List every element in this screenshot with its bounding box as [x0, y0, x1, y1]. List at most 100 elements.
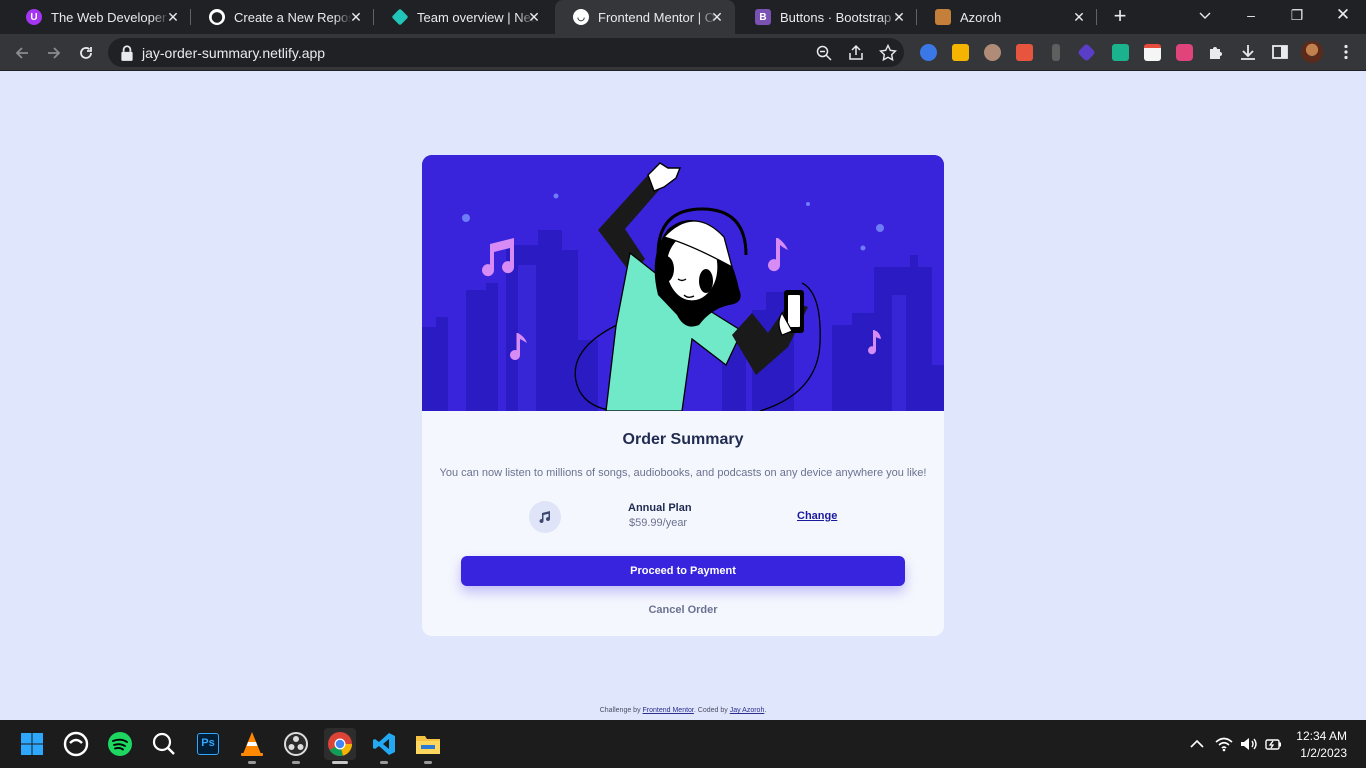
chrome-icon[interactable] [324, 728, 356, 764]
tab-strip: U The Web Developer Bootcamp ✕ ⬤ Create … [0, 0, 1366, 34]
battery-icon[interactable] [1264, 736, 1282, 752]
udemy-icon: U [26, 9, 42, 25]
extension-1-icon[interactable] [920, 44, 937, 61]
extension-9-icon[interactable] [1176, 44, 1193, 61]
tab-create-repository[interactable]: ⬤ Create a New Repository ✕ [191, 0, 374, 34]
side-panel-icon[interactable] [1271, 43, 1289, 61]
share-icon[interactable] [847, 44, 865, 62]
back-button[interactable] [9, 40, 35, 66]
tab-azoroh[interactable]: Azoroh ✕ [917, 0, 1097, 34]
close-icon[interactable]: ✕ [709, 9, 725, 25]
download-icon[interactable] [1239, 43, 1257, 61]
running-indicator [332, 761, 348, 764]
frontend-mentor-icon: ◡ [573, 9, 589, 25]
obs-icon[interactable] [280, 728, 312, 764]
file-explorer-icon[interactable] [412, 728, 444, 764]
hero-illustration-art [422, 155, 944, 413]
proceed-to-payment-button[interactable]: Proceed to Payment [461, 556, 905, 586]
close-icon[interactable]: ✕ [1071, 9, 1087, 25]
vscode-icon[interactable] [368, 728, 400, 764]
vscode-logo-icon [373, 733, 395, 755]
extension-8-icon[interactable] [1144, 44, 1161, 61]
chrome-logo-icon [328, 732, 352, 756]
tab-title: Team overview | Netlify [417, 9, 535, 25]
author-link[interactable]: Jay Azoroh [730, 707, 765, 714]
photoshop-logo: Ps [197, 733, 219, 755]
close-icon[interactable]: ✕ [165, 9, 181, 25]
tab-title: Frontend Mentor | Order summary [598, 9, 716, 25]
frontend-mentor-link[interactable]: Frontend Mentor [643, 707, 694, 714]
extension-6-icon[interactable] [1077, 43, 1096, 62]
cancel-order-button[interactable]: Cancel Order [422, 604, 944, 616]
headset-app-icon[interactable] [60, 728, 92, 760]
avatar-icon [935, 9, 951, 25]
url-text: jay-order-summary.netlify.app [142, 45, 326, 61]
vlc-icon[interactable] [236, 728, 268, 764]
folder-icon [416, 736, 440, 754]
attribution-prefix: Challenge by [599, 707, 643, 714]
spotify-icon[interactable] [104, 728, 136, 760]
attribution-suffix: . [764, 707, 767, 714]
tab-separator [1096, 9, 1097, 25]
tab-web-developer-bootcamp[interactable]: U The Web Developer Bootcamp ✕ [8, 0, 191, 34]
spotify-logo-icon [108, 732, 132, 756]
tab-title: Buttons · Bootstrap v5 [780, 9, 898, 25]
running-indicator [380, 761, 388, 764]
minimize-button[interactable]: – [1228, 0, 1274, 34]
restore-button[interactable]: ❐ [1274, 0, 1320, 34]
plan-name: Annual Plan [628, 502, 692, 514]
close-icon[interactable]: ✕ [526, 9, 542, 25]
music-icon [539, 511, 551, 524]
obs-logo-icon [284, 732, 308, 756]
close-window-button[interactable]: ✕ [1320, 0, 1366, 34]
extension-4-icon[interactable] [1016, 44, 1033, 61]
extension-3-icon[interactable] [984, 44, 1001, 61]
clock-time: 12:34 AM [1296, 729, 1347, 743]
address-bar[interactable]: jay-order-summary.netlify.app [108, 38, 904, 67]
extension-2-icon[interactable] [952, 44, 969, 61]
netlify-icon [391, 8, 409, 26]
system-clock[interactable]: 12:34 AM 1/2/2023 [1296, 728, 1347, 762]
search-app-icon[interactable] [148, 728, 180, 760]
puzzle-icon[interactable] [1207, 43, 1225, 61]
wifi-icon[interactable] [1215, 736, 1233, 752]
forward-button[interactable] [41, 40, 67, 66]
close-icon[interactable]: ✕ [891, 9, 907, 25]
volume-icon[interactable] [1240, 736, 1258, 752]
tab-title: Azoroh [960, 9, 1002, 25]
magnifier-icon [152, 732, 175, 755]
lock-icon[interactable] [118, 44, 136, 62]
more-menu-icon[interactable] [1337, 43, 1355, 61]
attribution: Challenge by Frontend Mentor. Coded by J… [0, 707, 1366, 714]
plan-summary: Annual Plan $59.99/year Change [529, 501, 837, 533]
music-note-icon [529, 501, 561, 533]
tab-bootstrap-buttons[interactable]: B Buttons · Bootstrap v5 ✕ [737, 0, 917, 34]
new-tab-button[interactable]: + [1108, 5, 1132, 29]
bookmark-star-icon[interactable] [879, 44, 897, 62]
profile-avatar[interactable] [1301, 41, 1323, 63]
tab-netlify[interactable]: Team overview | Netlify ✕ [374, 0, 552, 34]
photoshop-icon[interactable]: Ps [192, 728, 224, 760]
zoom-icon[interactable] [815, 44, 833, 62]
reload-icon [80, 47, 92, 59]
github-icon: ⬤ [209, 9, 225, 25]
arrow-left-icon [15, 47, 28, 59]
windows-start-icon[interactable] [16, 728, 48, 760]
extension-5-icon[interactable] [1052, 44, 1060, 61]
card-title: Order Summary [622, 431, 744, 448]
attribution-middle: . Coded by [693, 707, 730, 714]
headset-icon [63, 731, 89, 757]
chevron-down-icon [1199, 12, 1211, 19]
change-plan-link[interactable]: Change [797, 510, 837, 522]
chevron-up-icon[interactable] [1188, 736, 1206, 752]
close-icon[interactable]: ✕ [348, 9, 364, 25]
bootstrap-icon: B [755, 9, 771, 25]
tab-frontend-mentor[interactable]: ◡ Frontend Mentor | Order summary ✕ [555, 0, 735, 34]
tab-title: Create a New Repository [234, 9, 352, 25]
tab-search-button[interactable] [1182, 0, 1228, 34]
running-indicator [424, 761, 432, 764]
running-indicator [292, 761, 300, 764]
tab-title: The Web Developer Bootcamp [51, 9, 169, 25]
extension-7-icon[interactable] [1112, 44, 1129, 61]
reload-button[interactable] [73, 40, 99, 66]
